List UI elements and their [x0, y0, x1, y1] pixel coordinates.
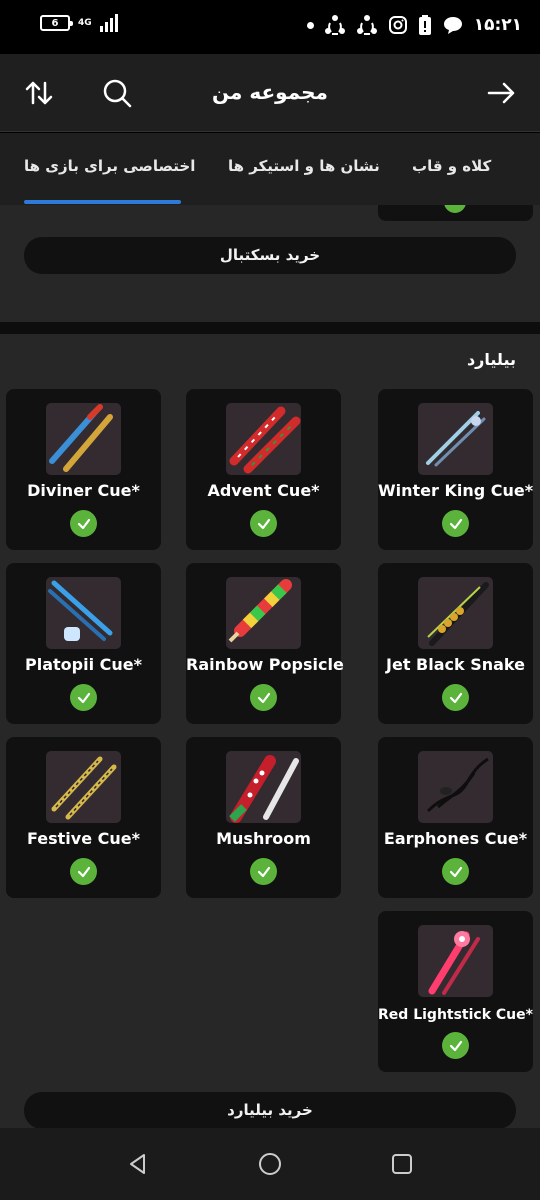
battery-icon: 6 — [40, 15, 73, 31]
arrow-right-icon[interactable] — [484, 76, 518, 110]
active-tab-indicator — [24, 200, 181, 204]
buy-billiards-button[interactable]: خرید بیلیارد — [24, 1092, 516, 1128]
status-bar: 6 4G ۱۵:۲۱ — [0, 0, 540, 54]
tab-game-exclusive[interactable]: اختصاصی برای بازی ها — [24, 157, 195, 175]
item-name: Rainbow Popsicle — [186, 655, 344, 674]
item-card[interactable]: Winter King Cue* — [378, 389, 533, 550]
signal-icon — [100, 14, 118, 32]
item-card[interactable]: Platopii Cue* — [6, 563, 161, 724]
cue-image — [226, 403, 301, 475]
cue-image — [46, 577, 121, 649]
card-peek — [378, 205, 533, 221]
item-name: Festive Cue* — [27, 829, 140, 848]
app-header: مجموعه من — [0, 54, 540, 132]
section-divider — [0, 322, 540, 334]
check-icon — [250, 510, 277, 537]
tab-badges-stickers[interactable]: نشان ها و استیکر ها — [228, 157, 380, 175]
item-name: Winter King Cue* — [378, 481, 534, 500]
check-icon — [250, 858, 277, 885]
basketball-section: خرید بسکتبال — [0, 205, 540, 322]
system-nav-bar — [0, 1128, 540, 1200]
tab-hats-frames[interactable]: کلاه و قاب — [412, 157, 491, 175]
item-card[interactable]: Mushroom — [186, 737, 341, 898]
page-title: مجموعه من — [212, 80, 328, 104]
status-right: ۱۵:۲۱ — [306, 14, 522, 36]
item-card[interactable]: Rainbow Popsicle — [186, 563, 344, 724]
notification-dot-icon — [306, 21, 314, 29]
check-icon — [70, 684, 97, 711]
tab-bar: اختصاصی برای بازی ها نشان ها و استیکر ها… — [0, 133, 540, 205]
item-name: Platopii Cue* — [25, 655, 142, 674]
item-card[interactable]: Advent Cue* — [186, 389, 341, 550]
status-time: ۱۵:۲۱ — [473, 15, 522, 35]
cue-image — [418, 751, 493, 823]
item-name: Red Lightstick Cue* — [378, 1007, 533, 1023]
item-card[interactable]: Festive Cue* — [6, 737, 161, 898]
cue-image — [418, 403, 493, 475]
check-icon — [442, 1032, 469, 1059]
content-scroll[interactable]: خرید بسکتبال بیلیارد Winter King Cue* Ad… — [0, 205, 540, 1128]
battery-level: 6 — [51, 17, 59, 29]
cue-image — [46, 403, 121, 475]
cue-image — [418, 577, 493, 649]
check-icon — [442, 858, 469, 885]
check-icon — [442, 684, 469, 711]
check-icon — [70, 858, 97, 885]
share-icon — [324, 15, 345, 35]
cue-image — [226, 751, 301, 823]
chat-icon — [443, 17, 462, 34]
nav-back-icon[interactable] — [124, 1150, 152, 1178]
item-card[interactable]: Diviner Cue* — [6, 389, 161, 550]
item-card[interactable]: Earphones Cue* — [378, 737, 533, 898]
check-icon — [442, 510, 469, 537]
status-left: 6 4G — [40, 14, 118, 32]
nav-home-icon[interactable] — [256, 1150, 284, 1178]
nav-recents-icon[interactable] — [388, 1150, 416, 1178]
item-name: Jet Black Snake — [386, 655, 525, 674]
check-icon — [250, 684, 277, 711]
item-name: Diviner Cue* — [27, 481, 140, 500]
item-name: Mushroom — [216, 829, 311, 848]
share-icon — [356, 15, 377, 35]
cue-image — [418, 925, 493, 997]
buy-basketball-button[interactable]: خرید بسکتبال — [24, 237, 516, 274]
cue-image — [226, 577, 301, 649]
instagram-icon — [388, 16, 407, 34]
item-card[interactable]: Jet Black Snake — [378, 563, 533, 724]
item-name: Earphones Cue* — [383, 829, 528, 848]
item-name: Advent Cue* — [207, 481, 320, 500]
alert-icon — [418, 15, 431, 35]
cue-image — [46, 751, 121, 823]
section-title: بیلیارد — [466, 350, 516, 369]
item-card[interactable]: Red Lightstick Cue* — [378, 911, 533, 1072]
network-type: 4G — [78, 17, 92, 28]
billiards-section: بیلیارد Winter King Cue* Advent Cue* Div… — [0, 334, 540, 1128]
check-icon — [70, 510, 97, 537]
check-icon — [444, 205, 466, 213]
